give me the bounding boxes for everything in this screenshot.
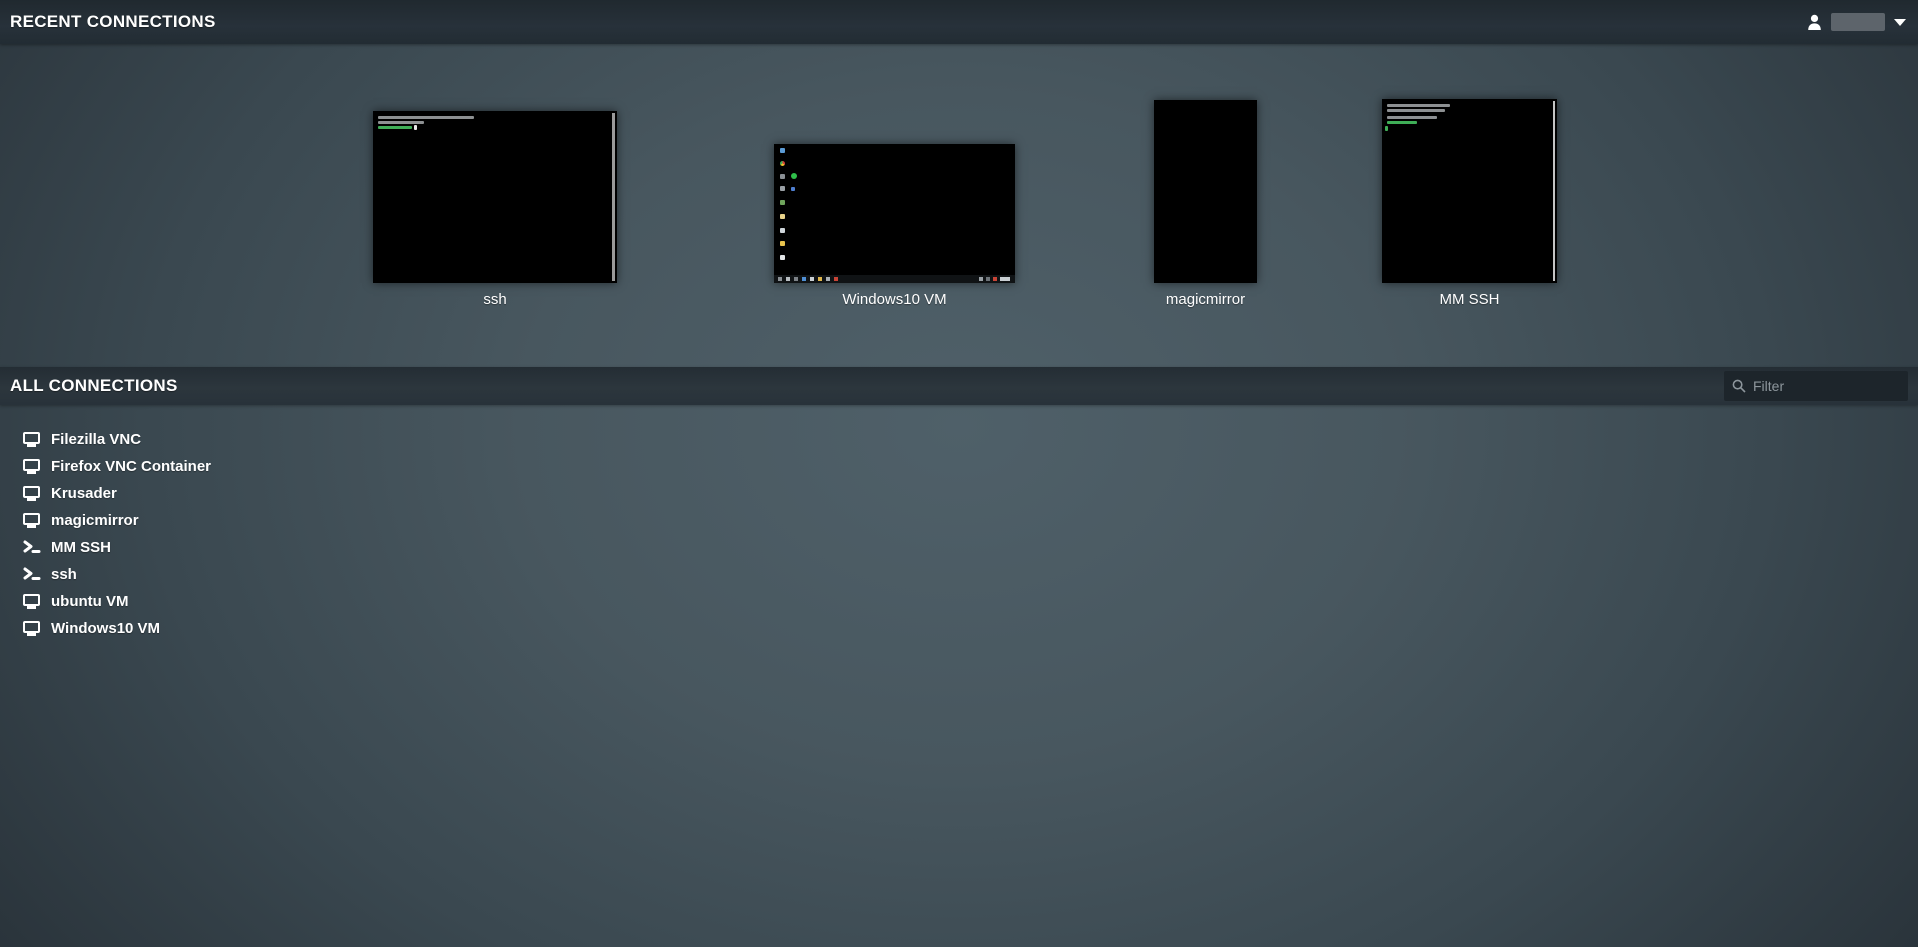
username-redacted [1831,13,1885,31]
monitor-icon [23,485,41,503]
connection-firefox-vnc-container[interactable]: Firefox VNC Container [0,453,900,480]
desktop-icon [780,241,785,246]
connection-thumbnail [1382,99,1557,283]
search-icon [1732,379,1746,393]
desktop-icon [780,174,785,179]
connection-ubuntu-vm[interactable]: ubuntu VM [0,588,900,615]
recent-connection-magicmirror[interactable]: magicmirror [1154,100,1257,308]
filter-input[interactable] [1753,378,1893,394]
recent-connection-label: MM SSH [1440,291,1500,308]
desktop-icon [780,161,785,166]
terminal-cursor [414,125,417,130]
desktop-icon [791,173,797,179]
desktop-icon [780,255,785,260]
recent-connection-ssh[interactable]: ssh [373,111,617,308]
user-menu-button[interactable] [1807,13,1918,31]
connection-thumbnail [774,144,1015,283]
recent-connections-title: RECENT CONNECTIONS [0,12,216,32]
desktop-icon [780,228,785,233]
connection-krusader[interactable]: Krusader [0,480,900,507]
list-item: Filezilla VNC [0,426,900,453]
list-item: magicmirror [0,507,900,534]
list-item: Windows10 VM [0,615,900,642]
monitor-icon [23,512,41,530]
connection-thumbnail [1154,100,1257,283]
chevron-down-icon [1894,19,1906,26]
monitor-icon [23,593,41,611]
connection-mm-ssh[interactable]: MM SSH [0,534,900,561]
connection-filezilla-vnc[interactable]: Filezilla VNC [0,426,900,453]
terminal-icon [23,539,41,557]
recent-connection-mm-ssh[interactable]: MM SSH [1382,99,1557,308]
terminal-output-preview [378,121,424,124]
all-connections-title: ALL CONNECTIONS [0,376,178,396]
terminal-cursor [1385,126,1388,131]
terminal-icon [23,566,41,584]
terminal-prompt-preview [378,126,412,129]
desktop-icon [780,186,785,191]
recent-connection-label: ssh [483,291,506,308]
terminal-output-preview [1387,116,1437,119]
recent-connection-label: magicmirror [1166,291,1245,308]
list-item: ssh [0,561,900,588]
list-item: Krusader [0,480,900,507]
list-item: ubuntu VM [0,588,900,615]
filter-box [1724,371,1908,401]
all-connections-list: Filezilla VNC Firefox VNC Container Krus… [0,426,900,642]
thumbnail-scrollbar [1553,101,1555,281]
connection-magicmirror[interactable]: magicmirror [0,507,900,534]
monitor-icon [23,431,41,449]
connection-thumbnail [373,111,617,283]
terminal-output-preview [1387,109,1445,112]
desktop-icon [791,187,795,191]
thumbnail-scrollbar [612,113,615,281]
desktop-icon [780,200,785,205]
user-icon [1807,14,1822,31]
list-item: MM SSH [0,534,900,561]
recent-connection-windows10-vm[interactable]: Windows10 VM [774,144,1015,308]
connection-windows10-vm[interactable]: Windows10 VM [0,615,900,642]
monitor-icon [23,620,41,638]
all-connections-header: ALL CONNECTIONS [0,367,1918,405]
recent-connections-header: RECENT CONNECTIONS [0,0,1918,44]
monitor-icon [23,458,41,476]
desktop-icon [780,214,785,219]
windows-taskbar [774,275,1015,283]
desktop-icon [780,148,785,153]
connection-ssh[interactable]: ssh [0,561,900,588]
terminal-prompt-preview [1387,121,1417,124]
terminal-output-preview [378,116,474,119]
list-item: Firefox VNC Container [0,453,900,480]
terminal-output-preview [1387,104,1450,107]
recent-connection-label: Windows10 VM [842,291,946,308]
